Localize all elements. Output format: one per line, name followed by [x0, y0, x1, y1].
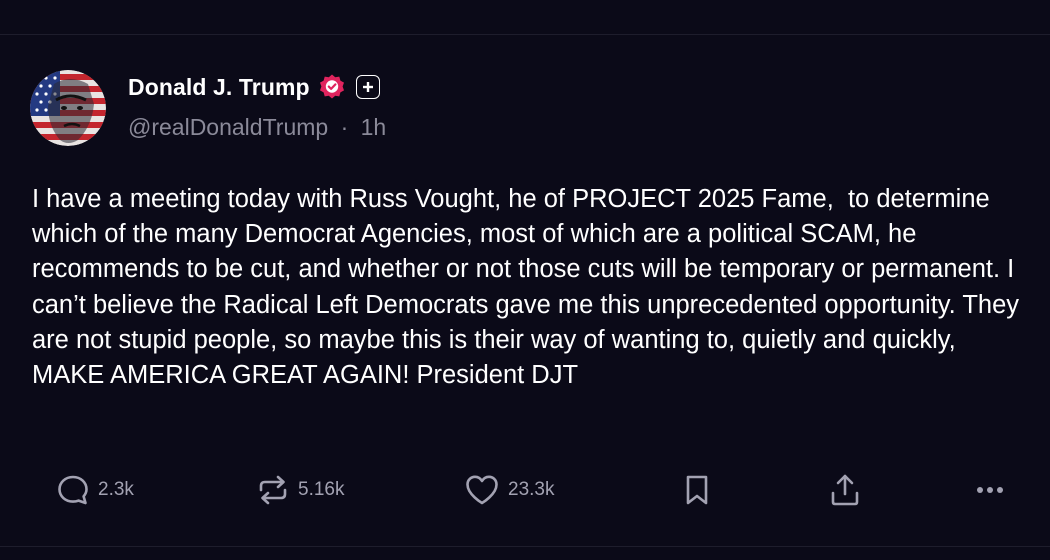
- reply-button[interactable]: 2.3k: [56, 470, 134, 510]
- like-count: 23.3k: [508, 479, 555, 500]
- repost-count: 5.16k: [298, 479, 345, 500]
- top-divider: [0, 34, 1050, 35]
- share-button[interactable]: [828, 470, 862, 510]
- action-bar: 2.3k 5.16k 23.3k: [0, 470, 1050, 510]
- more-button[interactable]: [972, 470, 1008, 510]
- more-icon: [972, 473, 1008, 507]
- bottom-divider: [0, 546, 1050, 547]
- reply-count: 2.3k: [98, 479, 134, 500]
- like-button[interactable]: 23.3k: [464, 470, 554, 510]
- reply-icon: [56, 473, 90, 507]
- bookmark-button[interactable]: [682, 470, 712, 510]
- display-name[interactable]: Donald J. Trump: [128, 74, 310, 101]
- post-card: Donald J. Trump @realDonaldTrump · 1h I …: [0, 0, 1050, 560]
- plus-badge-icon[interactable]: [355, 75, 380, 99]
- post-header: Donald J. Trump @realDonaldTrump · 1h: [128, 70, 386, 141]
- repost-icon: [256, 473, 290, 507]
- separator: ·: [340, 114, 349, 140]
- bookmark-icon: [682, 473, 712, 507]
- name-row: Donald J. Trump: [128, 70, 386, 104]
- verified-badge-icon: [318, 73, 346, 101]
- handle-row: @realDonaldTrump · 1h: [128, 114, 386, 141]
- handle[interactable]: @realDonaldTrump: [128, 114, 328, 140]
- avatar[interactable]: [30, 70, 106, 146]
- post-time[interactable]: 1h: [361, 114, 387, 140]
- like-icon: [464, 473, 500, 507]
- repost-button[interactable]: 5.16k: [256, 470, 344, 510]
- post-body: I have a meeting today with Russ Vought,…: [32, 185, 1027, 390]
- share-icon: [828, 472, 862, 508]
